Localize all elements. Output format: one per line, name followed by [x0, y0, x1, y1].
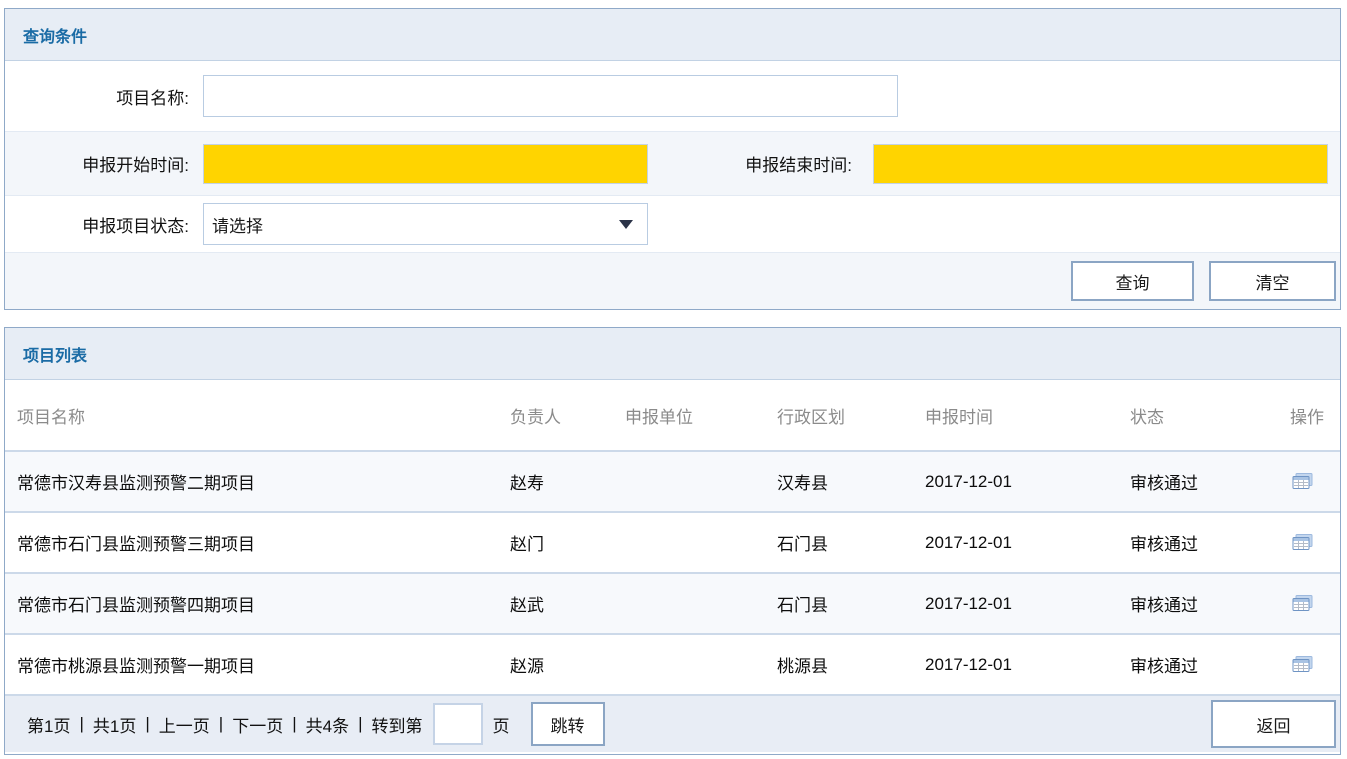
goto-page-input[interactable]	[433, 703, 483, 745]
pagination-bar: 第1页 | 共1页 | 上一页 | 下一页 | 共4条 | 转到第 页 跳转 返…	[5, 694, 1340, 752]
view-detail-table-icon[interactable]	[1290, 471, 1315, 492]
table-row: 常德市桃源县监测预警一期项目 赵源 桃源县 2017-12-01 审核通过	[5, 633, 1340, 694]
start-time-input[interactable]	[203, 144, 648, 184]
row-project-name: 常德市石门县监测预警四期项目	[17, 591, 510, 616]
col-header-op: 操作	[1290, 403, 1340, 428]
row-status: 审核通过	[1130, 652, 1290, 677]
col-header-name: 项目名称	[17, 403, 510, 428]
table-header-row: 项目名称 负责人 申报单位 行政区划 申报时间 状态 操作	[5, 380, 1340, 450]
query-panel-header: 查询条件	[5, 9, 1340, 61]
row-project-name: 常德市桃源县监测预警一期项目	[17, 652, 510, 677]
view-detail-table-icon[interactable]	[1290, 532, 1315, 553]
table-row: 常德市石门县监测预警三期项目 赵门 石门县 2017-12-01 审核通过	[5, 511, 1340, 572]
project-name-row: 项目名称:	[5, 61, 1340, 131]
col-header-person: 负责人	[510, 403, 625, 428]
pagination-separator: |	[219, 714, 223, 734]
chevron-down-icon	[619, 220, 633, 229]
search-button[interactable]: 查询	[1071, 261, 1194, 301]
row-time: 2017-12-01	[925, 533, 1130, 553]
pagination-goto-prefix: 转到第	[372, 712, 423, 737]
query-conditions-panel: 查询条件 项目名称: 申报开始时间: 申报结束时间: 申报项目状态: 请选择 查…	[4, 8, 1341, 310]
pagination-separator: |	[145, 714, 149, 734]
pagination-current-page: 第1页	[27, 712, 70, 737]
pagination-separator: |	[79, 714, 83, 734]
row-person: 赵武	[510, 591, 625, 616]
row-status: 审核通过	[1130, 469, 1290, 494]
project-status-selected-value: 请选择	[212, 212, 263, 237]
declare-time-row: 申报开始时间: 申报结束时间:	[5, 131, 1340, 196]
row-person: 赵寿	[510, 469, 625, 494]
start-time-label: 申报开始时间:	[5, 151, 201, 176]
row-project-name: 常德市石门县监测预警三期项目	[17, 530, 510, 555]
end-time-input[interactable]	[873, 144, 1328, 184]
table-row: 常德市石门县监测预警四期项目 赵武 石门县 2017-12-01 审核通过	[5, 572, 1340, 633]
row-region: 石门县	[777, 591, 925, 616]
row-region: 石门县	[777, 530, 925, 555]
row-project-name: 常德市汉寿县监测预警二期项目	[17, 469, 510, 494]
row-time: 2017-12-01	[925, 594, 1130, 614]
row-person: 赵源	[510, 652, 625, 677]
row-status: 审核通过	[1130, 530, 1290, 555]
query-actions-row: 查询 清空	[5, 252, 1340, 309]
project-status-row: 申报项目状态: 请选择	[5, 196, 1340, 252]
row-person: 赵门	[510, 530, 625, 555]
back-button[interactable]: 返回	[1211, 700, 1336, 748]
row-status: 审核通过	[1130, 591, 1290, 616]
view-detail-table-icon[interactable]	[1290, 593, 1315, 614]
clear-button[interactable]: 清空	[1209, 261, 1336, 301]
pagination-goto-suffix: 页	[493, 712, 510, 737]
project-status-label: 申报项目状态:	[5, 212, 201, 237]
pagination-next-page[interactable]: 下一页	[232, 712, 283, 737]
col-header-unit: 申报单位	[625, 403, 777, 428]
project-name-label: 项目名称:	[5, 84, 201, 109]
jump-button[interactable]: 跳转	[531, 702, 605, 746]
project-list-panel: 项目列表 项目名称 负责人 申报单位 行政区划 申报时间 状态 操作 常德市汉寿…	[4, 327, 1341, 755]
row-time: 2017-12-01	[925, 472, 1130, 492]
project-name-input[interactable]	[203, 75, 898, 117]
pagination-total-pages: 共1页	[93, 712, 136, 737]
row-region: 桃源县	[777, 652, 925, 677]
view-detail-table-icon[interactable]	[1290, 654, 1315, 675]
pagination-prev-page[interactable]: 上一页	[159, 712, 210, 737]
query-panel-title: 查询条件	[23, 23, 87, 47]
table-row: 常德市汉寿县监测预警二期项目 赵寿 汉寿县 2017-12-01 审核通过	[5, 450, 1340, 511]
pagination-separator: |	[292, 714, 296, 734]
end-time-label: 申报结束时间:	[648, 151, 864, 176]
row-region: 汉寿县	[777, 469, 925, 494]
col-header-status: 状态	[1130, 403, 1290, 428]
project-status-select[interactable]: 请选择	[203, 203, 648, 245]
col-header-region: 行政区划	[777, 403, 925, 428]
list-panel-title: 项目列表	[23, 342, 87, 366]
list-panel-header: 项目列表	[5, 328, 1340, 380]
pagination-separator: |	[358, 714, 362, 734]
row-time: 2017-12-01	[925, 655, 1130, 675]
col-header-time: 申报时间	[925, 403, 1130, 428]
pagination-total-items: 共4条	[306, 712, 349, 737]
